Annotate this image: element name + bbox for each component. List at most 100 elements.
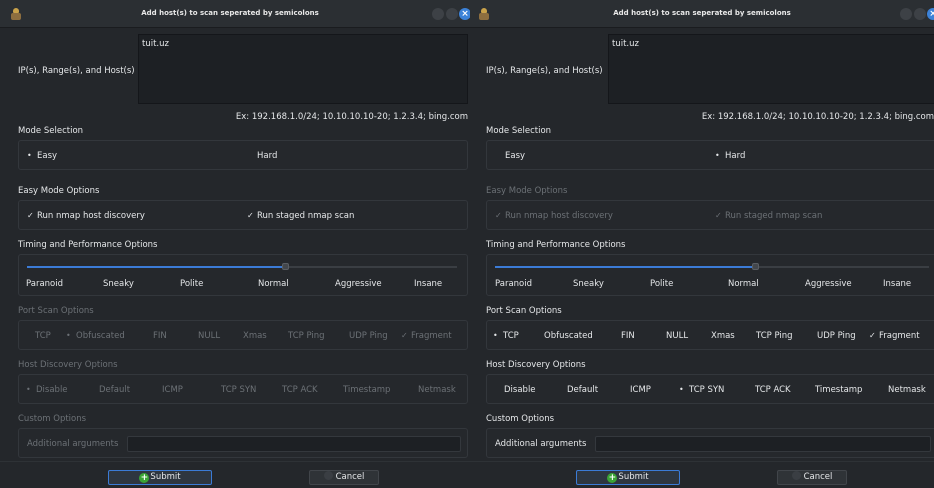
port-tcp-ping-radio[interactable]: TCP Ping [278, 331, 325, 341]
timing-slider-handle[interactable] [282, 263, 289, 270]
custom-options-group: Additional arguments [18, 428, 468, 458]
port-fin-radio[interactable]: FIN [143, 331, 167, 341]
timing-label-polite: Polite [650, 279, 674, 289]
timing-heading: Timing and Performance Options [18, 240, 158, 250]
hd-tcp-ack-radio[interactable]: TCP ACK [272, 385, 318, 395]
maximize-icon[interactable] [446, 8, 458, 20]
port-tcp-ping-radio[interactable]: TCP Ping [746, 331, 793, 341]
hd-disable-radio[interactable]: • Disable [26, 385, 68, 395]
maximize-icon[interactable] [914, 8, 926, 20]
port-tcp-radio[interactable]: TCP [25, 331, 51, 341]
timing-label-paranoid: Paranoid [26, 279, 64, 289]
custom-options-group: Additional arguments [486, 428, 934, 458]
hd-netmask-radio[interactable]: Netmask [408, 385, 456, 395]
timing-slider-handle[interactable] [752, 263, 759, 270]
timing-label-sneaky: Sneaky [103, 279, 134, 289]
timing-slider[interactable] [27, 263, 457, 270]
hd-default-radio[interactable]: Default [89, 385, 130, 395]
radio-selected-icon: • [493, 331, 498, 340]
port-xmas-radio[interactable]: Xmas [701, 331, 735, 341]
port-scan-heading: Port Scan Options [18, 306, 94, 316]
timing-label-aggressive: Aggressive [805, 279, 852, 289]
hosts-value: tuit.uz [142, 39, 169, 49]
host-discovery-heading: Host Discovery Options [486, 360, 586, 370]
button-separator [470, 461, 934, 462]
hosts-input[interactable]: tuit.uz [608, 34, 934, 104]
custom-options-heading: Custom Options [18, 414, 87, 424]
hd-timestamp-radio[interactable]: Timestamp [805, 385, 862, 395]
port-fragment-checkbox[interactable]: ✓ Fragment [869, 331, 920, 341]
mode-hard-radio[interactable]: Hard [247, 151, 277, 161]
hd-tcp-ack-radio[interactable]: TCP ACK [745, 385, 791, 395]
plus-icon: + [139, 473, 150, 483]
port-null-radio[interactable]: NULL [656, 331, 688, 341]
app-icon [10, 8, 22, 20]
hd-tcp-syn-radio[interactable]: TCP SYN [211, 385, 256, 395]
title-bar[interactable]: Add host(s) to scan seperated by semicol… [0, 0, 470, 28]
hd-disable-radio[interactable]: Disable [494, 385, 536, 395]
close-icon[interactable]: × [459, 8, 470, 20]
timing-label-normal: Normal [258, 279, 289, 289]
easy-mode-heading: Easy Mode Options [18, 186, 100, 196]
additional-args-input[interactable] [595, 436, 931, 452]
port-udp-ping-radio[interactable]: UDP Ping [339, 331, 388, 341]
hd-timestamp-radio[interactable]: Timestamp [333, 385, 390, 395]
timing-label-insane: Insane [883, 279, 912, 289]
hd-icmp-radio[interactable]: ICMP [620, 385, 651, 395]
cancel-button[interactable]: Cancel [777, 470, 847, 485]
hd-default-radio[interactable]: Default [557, 385, 598, 395]
port-xmas-radio[interactable]: Xmas [233, 331, 267, 341]
timing-label-sneaky: Sneaky [573, 279, 604, 289]
minimize-icon[interactable] [900, 8, 912, 20]
radio-selected-icon: • [66, 331, 71, 340]
checkmark-icon: ✓ [401, 331, 408, 340]
port-obfuscated-radio[interactable]: Obfuscated [534, 331, 593, 341]
checkmark-icon: ✓ [27, 211, 34, 220]
run-staged-scan-checkbox[interactable]: ✓ Run staged nmap scan [715, 211, 822, 221]
easy-mode-heading: Easy Mode Options [486, 186, 568, 196]
additional-args-input[interactable] [127, 436, 461, 452]
run-host-discovery-checkbox[interactable]: ✓ Run nmap host discovery [495, 211, 613, 221]
mode-easy-radio[interactable]: • Easy [27, 151, 57, 161]
hosts-input[interactable]: tuit.uz [138, 34, 468, 104]
custom-options-heading: Custom Options [486, 414, 555, 424]
submit-button[interactable]: + Submit [108, 470, 212, 485]
timing-label-aggressive: Aggressive [335, 279, 382, 289]
checkmark-icon: ✓ [495, 211, 502, 220]
timing-slider-fill [27, 266, 285, 268]
hosts-value: tuit.uz [612, 39, 639, 49]
port-fin-radio[interactable]: FIN [611, 331, 635, 341]
mode-easy-radio[interactable]: Easy [495, 151, 525, 161]
dialog-window-easy: Add host(s) to scan seperated by semicol… [0, 0, 470, 488]
checkmark-icon: ✓ [869, 331, 876, 340]
mode-hard-radio[interactable]: • Hard [715, 151, 745, 161]
port-fragment-checkbox[interactable]: ✓ Fragment [401, 331, 452, 341]
minimize-icon[interactable] [432, 8, 444, 20]
hd-icmp-radio[interactable]: ICMP [152, 385, 183, 395]
timing-group: Paranoid Sneaky Polite Normal Aggressive… [18, 254, 468, 296]
port-obfuscated-radio[interactable]: • Obfuscated [66, 331, 125, 341]
port-null-radio[interactable]: NULL [188, 331, 220, 341]
timing-group: Paranoid Sneaky Polite Normal Aggressive… [486, 254, 934, 296]
hosts-label: IP(s), Range(s), and Host(s) [18, 66, 135, 76]
run-staged-scan-checkbox[interactable]: ✓ Run staged nmap scan [247, 211, 354, 221]
hd-tcp-syn-radio[interactable]: • TCP SYN [679, 385, 724, 395]
checkmark-icon: ✓ [715, 211, 722, 220]
mode-selection-group: Easy • Hard [486, 140, 934, 170]
port-scan-group: TCP • Obfuscated FIN NULL Xmas TCP Ping U… [18, 320, 468, 350]
port-udp-ping-radio[interactable]: UDP Ping [807, 331, 856, 341]
easy-mode-group: ✓ Run nmap host discovery ✓ Run staged nma… [18, 200, 468, 230]
close-icon[interactable]: × [927, 8, 934, 20]
port-tcp-radio[interactable]: • TCP [493, 331, 519, 341]
run-host-discovery-checkbox[interactable]: ✓ Run nmap host discovery [27, 211, 145, 221]
additional-args-label: Additional arguments [495, 439, 587, 449]
timing-slider[interactable] [495, 263, 929, 270]
title-bar[interactable]: Add host(s) to scan seperated by semicol… [470, 0, 934, 28]
timing-label-paranoid: Paranoid [495, 279, 533, 289]
submit-button[interactable]: + Submit [576, 470, 680, 485]
cancel-button[interactable]: Cancel [309, 470, 379, 485]
hosts-label: IP(s), Range(s), and Host(s) [486, 66, 603, 76]
cancel-icon [791, 471, 801, 480]
hosts-example-text: Ex: 192.168.1.0/24; 10.10.10.10-20; 1.2.… [235, 112, 468, 122]
hd-netmask-radio[interactable]: Netmask [878, 385, 926, 395]
